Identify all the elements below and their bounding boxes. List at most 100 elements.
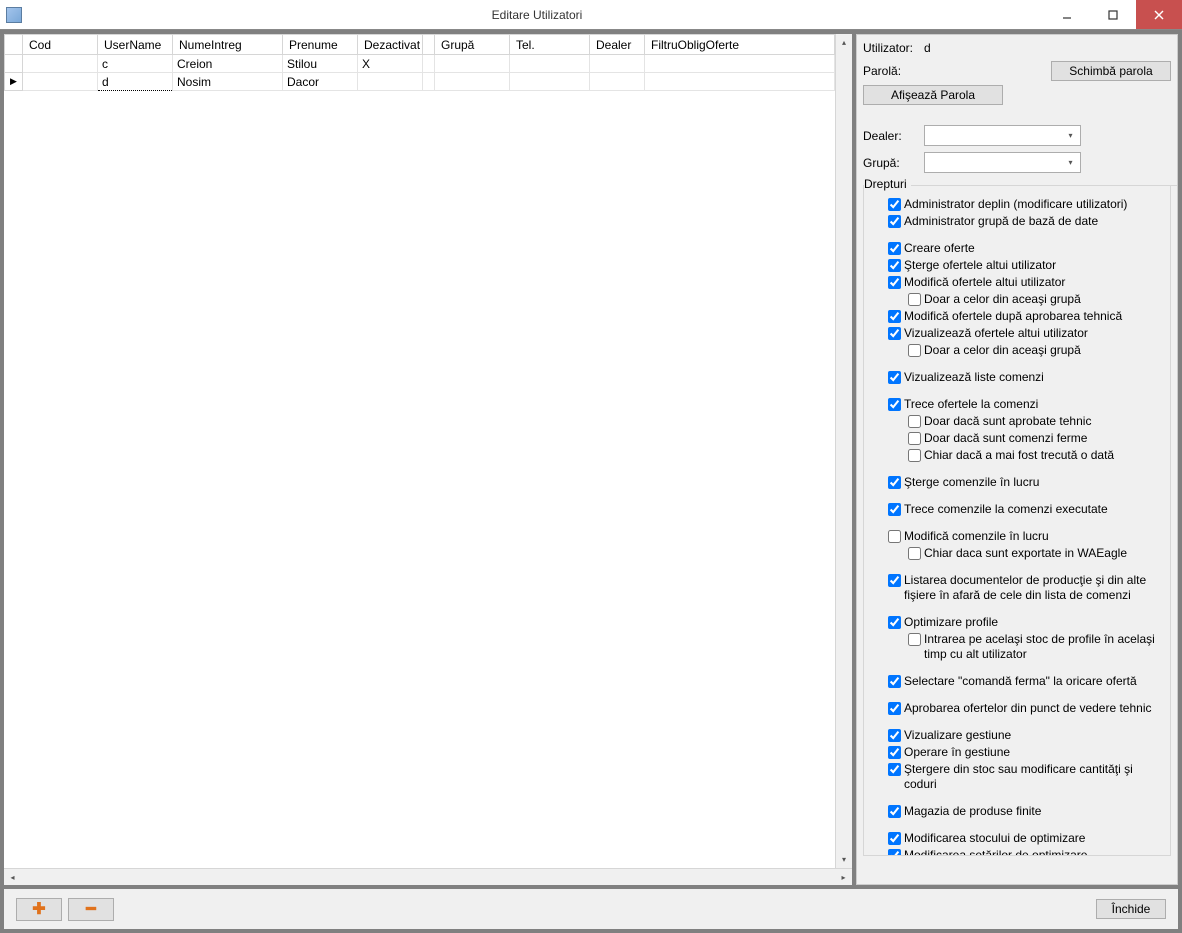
checkbox-input[interactable] — [888, 746, 901, 759]
checkbox-input[interactable] — [908, 415, 921, 428]
permission-checkbox[interactable]: Selectare "comandă ferma" la oricare ofe… — [888, 674, 1166, 689]
permission-checkbox[interactable]: Optimizare profile — [888, 615, 1166, 630]
scroll-right-icon[interactable]: ▸ — [835, 869, 852, 885]
change-password-button[interactable]: Schimbă parola — [1051, 61, 1171, 81]
checkbox-input[interactable] — [888, 503, 901, 516]
column-header[interactable]: UserName — [98, 35, 173, 55]
checkbox-input[interactable] — [888, 398, 901, 411]
scroll-left-icon[interactable]: ◂ — [4, 869, 21, 885]
table-cell[interactable]: c — [98, 55, 173, 73]
checkbox-input[interactable] — [888, 729, 901, 742]
column-header[interactable]: Dezactivat — [358, 35, 423, 55]
column-header[interactable]: Prenume — [283, 35, 358, 55]
checkbox-input[interactable] — [888, 675, 901, 688]
permission-checkbox[interactable]: Şterge comenzile în lucru — [888, 475, 1166, 490]
checkbox-input[interactable] — [888, 276, 901, 289]
scroll-down-icon[interactable]: ▾ — [836, 851, 852, 868]
table-cell[interactable]: Dacor — [283, 73, 358, 91]
scroll-up-icon[interactable]: ▴ — [836, 34, 852, 51]
permission-checkbox[interactable]: Şterge ofertele altui utilizator — [888, 258, 1166, 273]
checkbox-input[interactable] — [888, 805, 901, 818]
checkbox-input[interactable] — [888, 198, 901, 211]
checkbox-input[interactable] — [888, 763, 901, 776]
table-cell[interactable]: Creion — [173, 55, 283, 73]
permission-checkbox[interactable]: Magazia de produse finite — [888, 804, 1166, 819]
permission-checkbox[interactable]: Chiar daca sunt exportate in WAEagle — [908, 546, 1166, 561]
checkbox-input[interactable] — [908, 432, 921, 445]
column-header[interactable]: FiltruObligOferte — [645, 35, 835, 55]
permission-checkbox[interactable]: Doar dacă sunt aprobate tehnic — [908, 414, 1166, 429]
column-header[interactable]: Cod — [23, 35, 98, 55]
add-button[interactable]: ✚ — [16, 898, 62, 921]
checkbox-input[interactable] — [888, 310, 901, 323]
column-header[interactable]: Grupă — [435, 35, 510, 55]
table-cell[interactable]: X — [358, 55, 423, 73]
permission-checkbox[interactable]: Aprobarea ofertelor din punct de vedere … — [888, 701, 1166, 716]
checkbox-input[interactable] — [908, 293, 921, 306]
table-cell[interactable] — [590, 73, 645, 91]
permission-checkbox[interactable]: Chiar dacă a mai fost trecută o dată — [908, 448, 1166, 463]
checkbox-input[interactable] — [908, 344, 921, 357]
table-cell[interactable] — [435, 73, 510, 91]
permission-checkbox[interactable]: Doar dacă sunt comenzi ferme — [908, 431, 1166, 446]
permission-checkbox[interactable]: Administrator grupă de bază de date — [888, 214, 1166, 229]
checkbox-input[interactable] — [888, 242, 901, 255]
table-cell[interactable] — [645, 73, 835, 91]
table-cell[interactable] — [510, 73, 590, 91]
checkbox-input[interactable] — [908, 449, 921, 462]
table-cell[interactable]: d — [98, 73, 173, 91]
permission-checkbox[interactable]: Modifică ofertele după aprobarea tehnică — [888, 309, 1166, 324]
table-row[interactable]: ▶dNosimDacor — [5, 73, 835, 91]
permission-checkbox[interactable]: Doar a celor din aceaşi grupă — [908, 292, 1166, 307]
permission-checkbox[interactable]: Modificarea setărilor de optimizare — [888, 848, 1166, 855]
maximize-button[interactable] — [1090, 0, 1136, 29]
permission-checkbox[interactable]: Operare în gestiune — [888, 745, 1166, 760]
checkbox-input[interactable] — [888, 832, 901, 845]
checkbox-input[interactable] — [908, 547, 921, 560]
close-button[interactable] — [1136, 0, 1182, 29]
column-header[interactable]: Dealer — [590, 35, 645, 55]
table-cell[interactable] — [23, 55, 98, 73]
permission-checkbox[interactable]: Vizualizează liste comenzi — [888, 370, 1166, 385]
permission-checkbox[interactable]: Trece comenzile la comenzi executate — [888, 502, 1166, 517]
table-row[interactable]: cCreionStilouX — [5, 55, 835, 73]
permission-checkbox[interactable]: Modificarea stocului de optimizare — [888, 831, 1166, 846]
checkbox-input[interactable] — [888, 371, 901, 384]
column-header[interactable]: Tel. — [510, 35, 590, 55]
table-cell[interactable] — [590, 55, 645, 73]
permission-checkbox[interactable]: Modifică comenzile în lucru — [888, 529, 1166, 544]
dealer-combo[interactable]: ▾ — [924, 125, 1081, 146]
remove-button[interactable]: ━ — [68, 898, 114, 921]
checkbox-input[interactable] — [888, 215, 901, 228]
permission-checkbox[interactable]: Doar a celor din aceaşi grupă — [908, 343, 1166, 358]
permission-checkbox[interactable]: Vizualizare gestiune — [888, 728, 1166, 743]
permission-checkbox[interactable]: Vizualizează ofertele altui utilizator — [888, 326, 1166, 341]
users-grid[interactable]: CodUserNameNumeIntregPrenumeDezactivatGr… — [4, 34, 835, 91]
checkbox-input[interactable] — [888, 259, 901, 272]
checkbox-input[interactable] — [888, 574, 901, 587]
checkbox-input[interactable] — [888, 702, 901, 715]
table-cell[interactable] — [645, 55, 835, 73]
permission-checkbox[interactable]: Listarea documentelor de producţie şi di… — [888, 573, 1166, 603]
table-cell[interactable] — [435, 55, 510, 73]
checkbox-input[interactable] — [888, 476, 901, 489]
table-cell[interactable]: Nosim — [173, 73, 283, 91]
permission-checkbox[interactable]: Ştergere din stoc sau modificare cantită… — [888, 762, 1166, 792]
permission-checkbox[interactable]: Modifică ofertele altui utilizator — [888, 275, 1166, 290]
table-cell[interactable] — [510, 55, 590, 73]
minimize-button[interactable] — [1044, 0, 1090, 29]
checkbox-input[interactable] — [888, 849, 901, 855]
checkbox-input[interactable] — [888, 327, 901, 340]
grid-vscroll[interactable]: ▴ ▾ — [835, 34, 852, 868]
group-combo[interactable]: ▾ — [924, 152, 1081, 173]
permission-checkbox[interactable]: Creare oferte — [888, 241, 1166, 256]
checkbox-input[interactable] — [908, 633, 921, 646]
show-password-button[interactable]: Afişează Parola — [863, 85, 1003, 105]
close-form-button[interactable]: Închide — [1096, 899, 1166, 919]
checkbox-input[interactable] — [888, 616, 901, 629]
permission-checkbox[interactable]: Trece ofertele la comenzi — [888, 397, 1166, 412]
checkbox-input[interactable] — [888, 530, 901, 543]
table-cell[interactable] — [358, 73, 423, 91]
permission-checkbox[interactable]: Administrator deplin (modificare utiliza… — [888, 197, 1166, 212]
permission-checkbox[interactable]: Intrarea pe acelaşi stoc de profile în a… — [908, 632, 1166, 662]
